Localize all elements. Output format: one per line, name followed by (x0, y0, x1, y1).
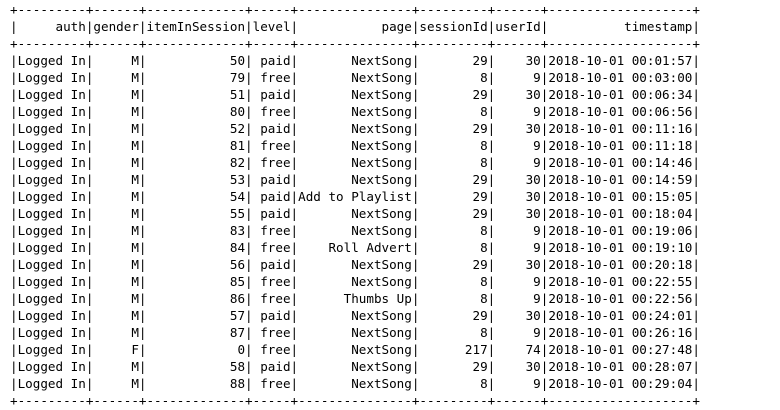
table-border-bottom: +---------+------+-------------+-----+--… (10, 393, 700, 408)
table-row: |Logged In| M| 52| paid| NextSong| 29| 3… (10, 121, 700, 136)
table-row: |Logged In| M| 87| free| NextSong| 8| 9|… (10, 325, 700, 340)
table-row: |Logged In| M| 55| paid| NextSong| 29| 3… (10, 206, 700, 221)
table-header: | auth|gender|itemInSession|level| page|… (10, 19, 700, 34)
table-row: |Logged In| M| 51| paid| NextSong| 29| 3… (10, 87, 700, 102)
table-border-header: +---------+------+-------------+-----+--… (10, 36, 700, 51)
table-row: |Logged In| M| 81| free| NextSong| 8| 9|… (10, 138, 700, 153)
table-row: |Logged In| M| 50| paid| NextSong| 29| 3… (10, 53, 700, 68)
table-row: |Logged In| M| 57| paid| NextSong| 29| 3… (10, 308, 700, 323)
table-border-top: +---------+------+-------------+-----+--… (10, 2, 700, 17)
table-row: |Logged In| M| 83| free| NextSong| 8| 9|… (10, 223, 700, 238)
table-row: |Logged In| M| 86| free| Thumbs Up| 8| 9… (10, 291, 700, 306)
table-row: |Logged In| M| 58| paid| NextSong| 29| 3… (10, 359, 700, 374)
table-row: |Logged In| M| 84| free| Roll Advert| 8|… (10, 240, 700, 255)
table-row: |Logged In| M| 80| free| NextSong| 8| 9|… (10, 104, 700, 119)
table-row: |Logged In| M| 56| paid| NextSong| 29| 3… (10, 257, 700, 272)
table-row: |Logged In| M| 88| free| NextSong| 8| 9|… (10, 376, 700, 391)
table-row: |Logged In| M| 53| paid| NextSong| 29| 3… (10, 172, 700, 187)
table-row: |Logged In| M| 85| free| NextSong| 8| 9|… (10, 274, 700, 289)
table-output: +---------+------+-------------+-----+--… (10, 1, 700, 409)
table-row: |Logged In| F| 0| free| NextSong| 217| 7… (10, 342, 700, 357)
table-row: |Logged In| M| 82| free| NextSong| 8| 9|… (10, 155, 700, 170)
table-row: |Logged In| M| 54| paid|Add to Playlist|… (10, 189, 700, 204)
table-row: |Logged In| M| 79| free| NextSong| 8| 9|… (10, 70, 700, 85)
